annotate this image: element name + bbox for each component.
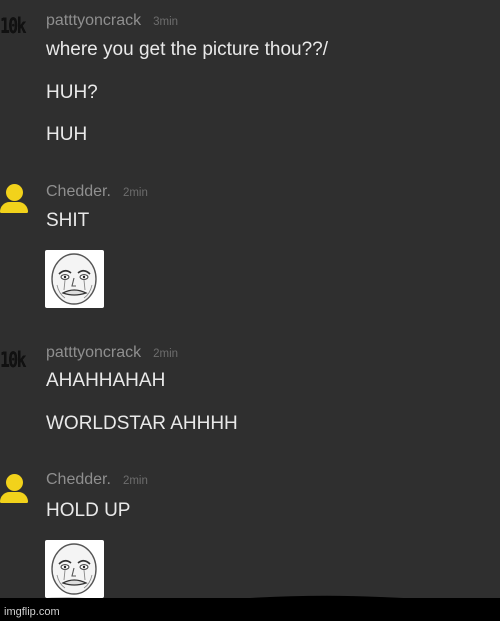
bar-edge-decoration	[0, 595, 500, 602]
avatar-body	[0, 202, 28, 213]
user-avatar[interactable]: 10k	[0, 14, 34, 48]
imgflip-watermark: imgflip.com	[4, 606, 60, 618]
avatar-head	[6, 474, 23, 491]
chat-log: 10k patttyoncrack 3min where you get the …	[0, 0, 500, 600]
person-avatar-icon[interactable]	[0, 184, 34, 218]
message-text: HUH	[46, 124, 88, 145]
message-text: HUH?	[46, 82, 98, 103]
avatar-body	[0, 492, 28, 503]
crying-meme-face-image[interactable]	[45, 540, 104, 598]
message-text: WORLDSTAR AHHHH	[46, 413, 238, 434]
timestamp: 2min	[122, 475, 148, 487]
message-text: SHIT	[46, 210, 90, 231]
timestamp: 3min	[153, 16, 179, 28]
bottom-black-bar	[0, 595, 500, 621]
username[interactable]: patttyoncrack	[46, 344, 141, 361]
avatar-10k-label: 10k	[0, 14, 26, 38]
user-avatar[interactable]: 10k	[0, 348, 34, 382]
message-header: patttyoncrack 3min	[46, 12, 178, 30]
message-text: HOLD UP	[46, 500, 131, 521]
person-avatar-icon[interactable]	[0, 474, 34, 508]
message-text: where you get the picture thou??/	[46, 39, 329, 60]
message-text: AHAHHAHAH	[46, 370, 166, 391]
username[interactable]: patttyoncrack	[46, 12, 141, 29]
message-header: patttyoncrack 2min	[46, 344, 178, 362]
message-header: Chedder. 2min	[46, 471, 148, 489]
avatar-10k-label: 10k	[0, 348, 26, 372]
username[interactable]: Chedder.	[46, 471, 111, 488]
message-header: Chedder. 2min	[46, 183, 148, 201]
username[interactable]: Chedder.	[46, 183, 111, 200]
crying-meme-face-image[interactable]	[45, 250, 104, 308]
avatar-head	[6, 184, 23, 201]
timestamp: 2min	[153, 348, 179, 360]
timestamp: 2min	[122, 187, 148, 199]
